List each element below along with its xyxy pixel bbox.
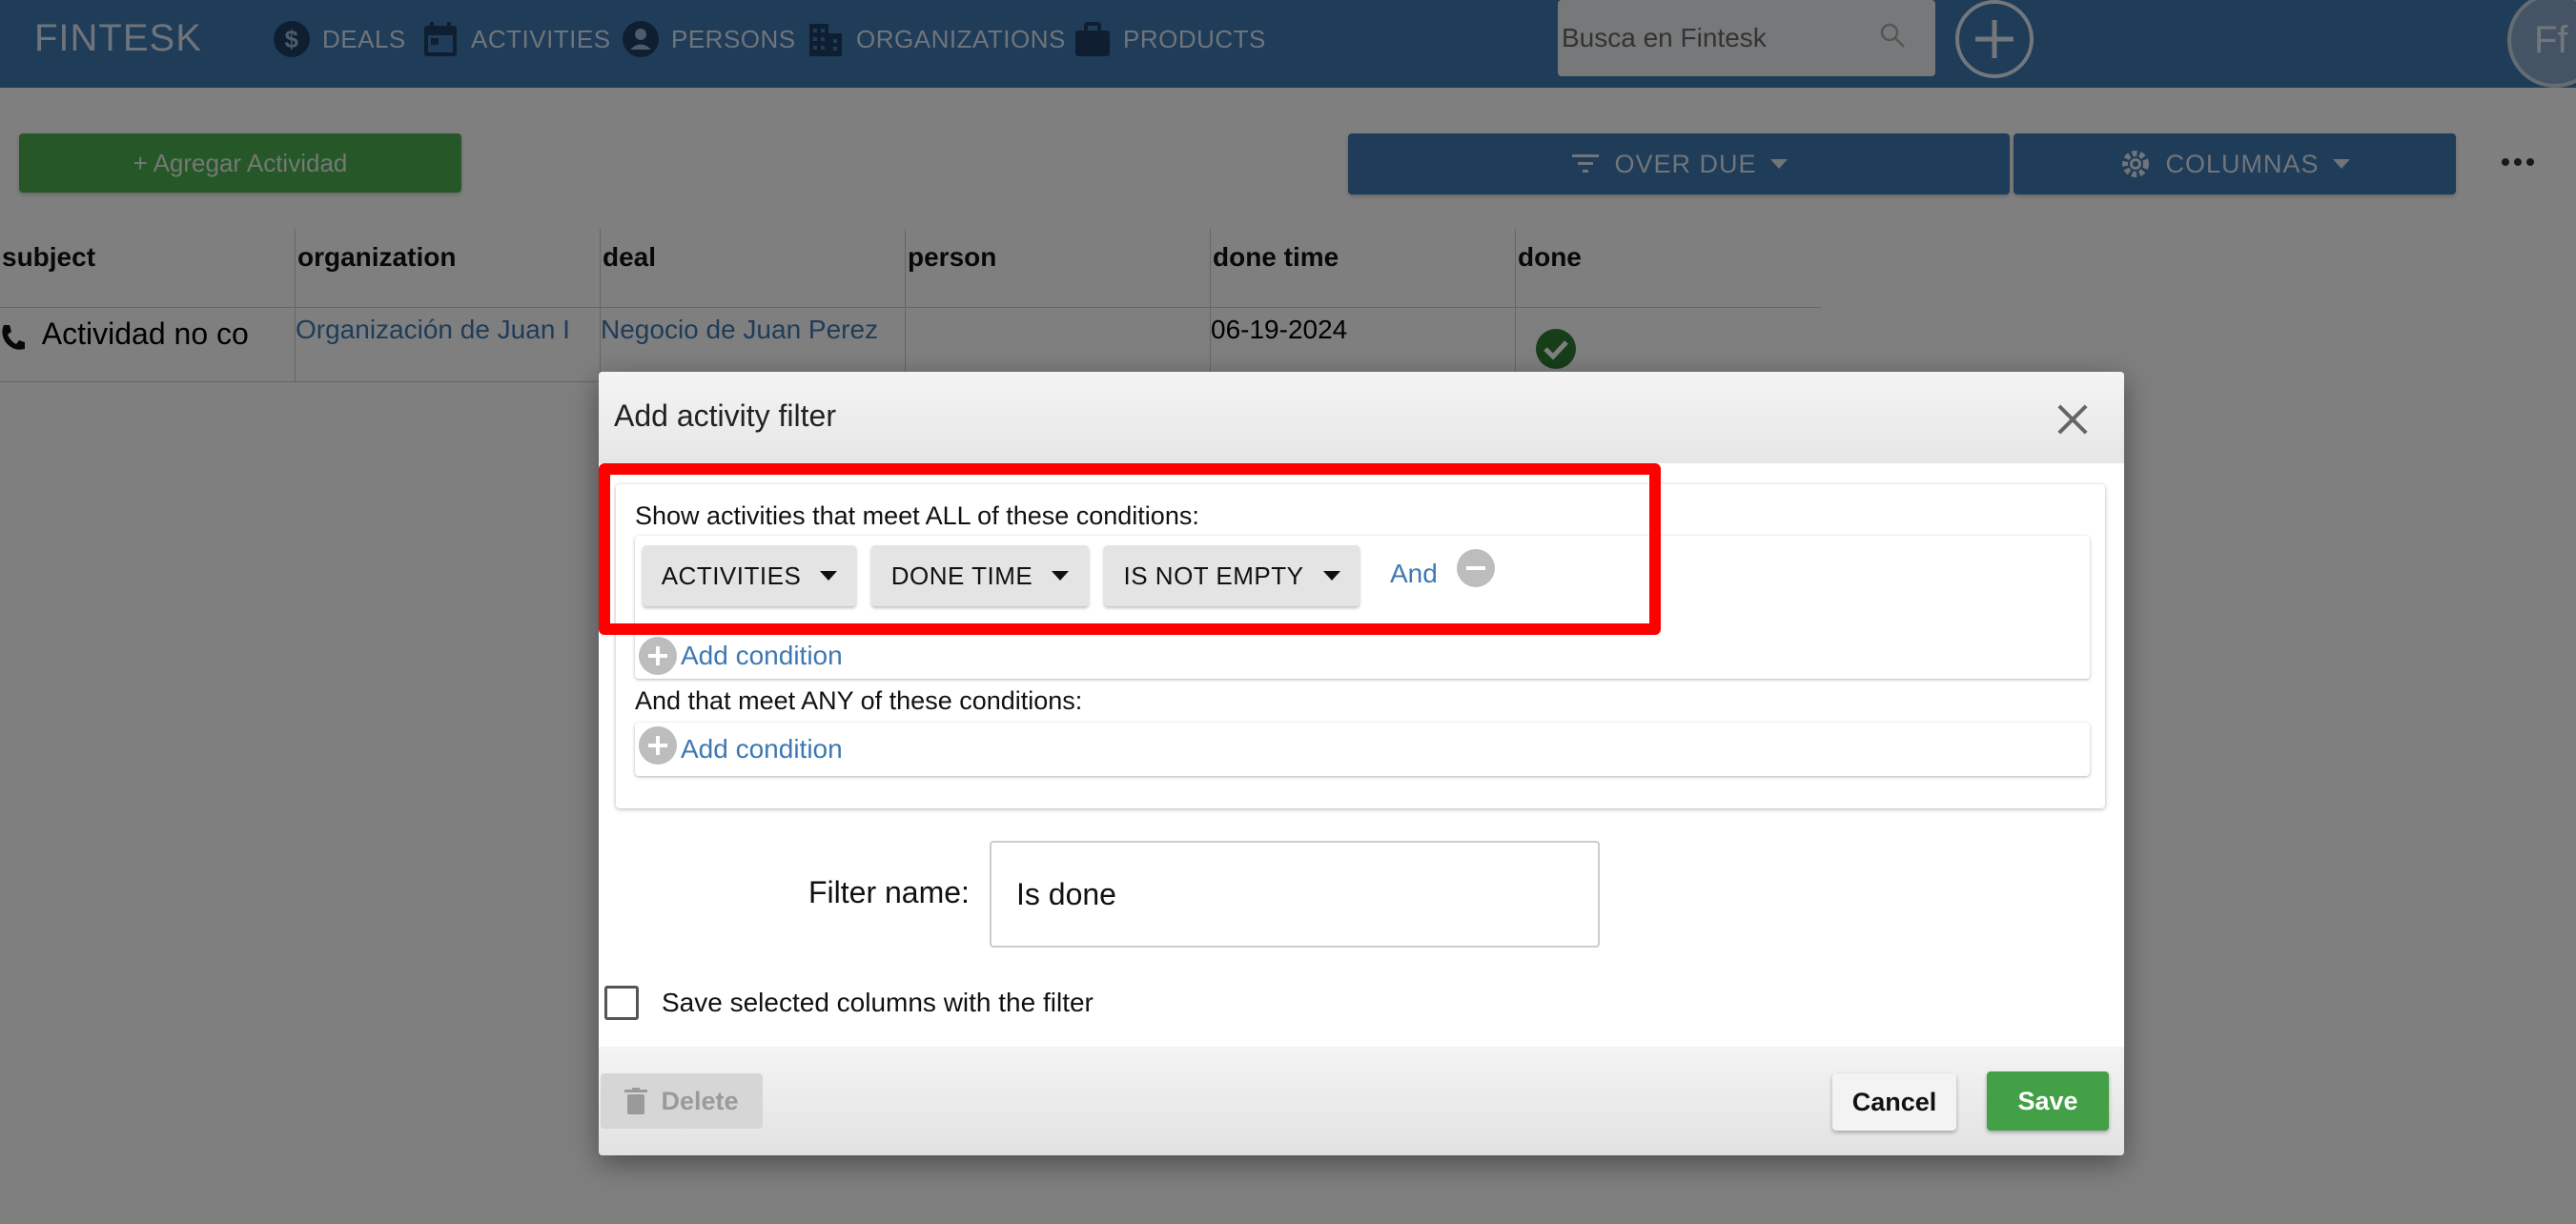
save-button[interactable]: Save bbox=[1987, 1071, 2109, 1131]
cancel-button[interactable]: Cancel bbox=[1832, 1073, 1956, 1131]
delete-button[interactable]: Delete bbox=[601, 1073, 763, 1129]
filter-name-label: Filter name: bbox=[808, 875, 970, 909]
save-columns-checkbox[interactable] bbox=[604, 986, 639, 1020]
modal-title: Add activity filter bbox=[614, 398, 836, 433]
any-conditions-group: Add condition bbox=[635, 723, 2090, 776]
add-condition-icon[interactable] bbox=[639, 726, 677, 765]
close-icon[interactable] bbox=[2057, 404, 2088, 435]
field-dropdown[interactable]: DONE TIME bbox=[871, 545, 1089, 606]
and-joiner-link[interactable]: And bbox=[1390, 559, 1438, 589]
add-condition-all-link[interactable]: Add condition bbox=[681, 641, 843, 671]
save-columns-label: Save selected columns with the filter bbox=[662, 988, 1094, 1017]
operator-dropdown[interactable]: IS NOT EMPTY bbox=[1104, 545, 1360, 606]
delete-label: Delete bbox=[661, 1086, 739, 1115]
modal-header: Add activity filter bbox=[599, 372, 2124, 463]
all-conditions-label: Show activities that meet ALL of these c… bbox=[635, 501, 1199, 530]
chevron-down-icon bbox=[1322, 571, 1340, 581]
field-group-value: ACTIVITIES bbox=[661, 561, 802, 590]
filter-name-input[interactable] bbox=[990, 841, 1600, 948]
operator-value: IS NOT EMPTY bbox=[1123, 561, 1304, 590]
modal-footer: Delete Cancel Save bbox=[599, 1047, 2124, 1155]
field-group-dropdown[interactable]: ACTIVITIES bbox=[643, 545, 856, 606]
chevron-down-icon bbox=[820, 571, 838, 581]
field-value: DONE TIME bbox=[890, 561, 1033, 590]
add-condition-any-link[interactable]: Add condition bbox=[681, 734, 843, 765]
add-filter-modal: Add activity filter Show activities that… bbox=[599, 372, 2124, 1155]
remove-condition-icon[interactable] bbox=[1457, 549, 1495, 587]
chevron-down-icon bbox=[1052, 571, 1070, 581]
all-conditions-group: ACTIVITIES DONE TIME IS NOT EMPTY And Ad… bbox=[635, 536, 2090, 679]
add-condition-icon[interactable] bbox=[639, 637, 677, 675]
any-conditions-label: And that meet ANY of these conditions: bbox=[635, 686, 1083, 715]
conditions-panel: Show activities that meet ALL of these c… bbox=[616, 484, 2105, 808]
trash-icon bbox=[624, 1088, 648, 1114]
